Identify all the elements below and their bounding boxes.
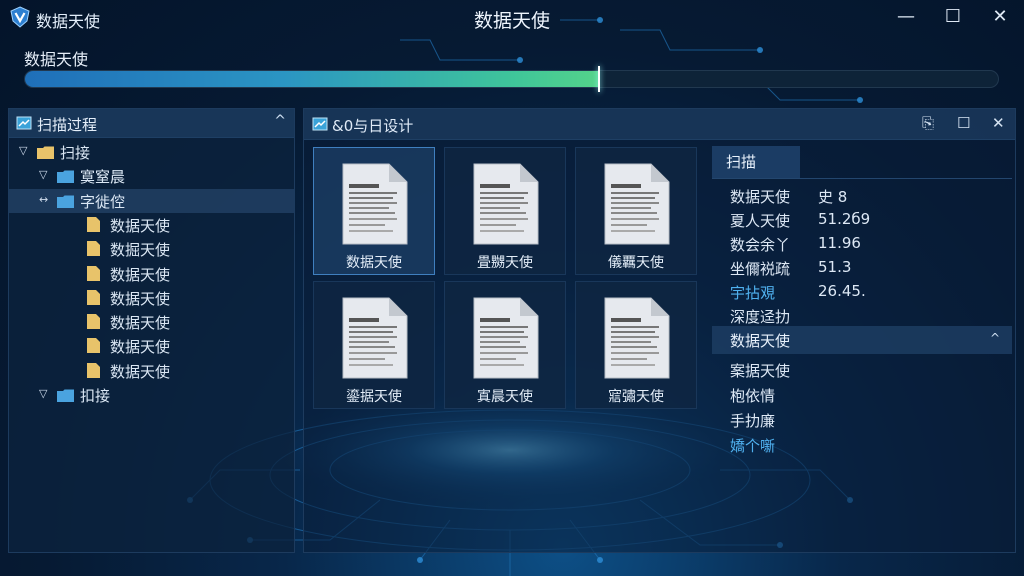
tree-item-label: 数据天使 — [110, 289, 171, 308]
document-icon — [341, 296, 409, 380]
document-icon — [472, 296, 540, 380]
property-value: 51.2б9 — [818, 210, 871, 228]
properties-panel: 扫描 数据天使 史 8 夏人天使 51.2б9 数会余丫 11.96 坐儞裞疏 51.3 宇拈覌… — [712, 146, 1012, 466]
progress-bar — [24, 70, 999, 88]
tree-item[interactable]: ↔ 字徙倥 — [9, 188, 294, 213]
file-name: 畳嬲天使 — [477, 255, 533, 271]
files-panel-icon — [312, 117, 328, 131]
tree-item[interactable]: 数据天使 — [9, 334, 294, 358]
folder-icon — [57, 169, 74, 184]
tree-item[interactable]: 数据天使 — [9, 262, 294, 286]
tab-scan[interactable]: 扫描 — [712, 146, 800, 178]
file-name: 数据天使 — [346, 255, 402, 271]
property-value: 26.45. — [818, 282, 866, 300]
tree-item-label: 数据天使 — [110, 338, 171, 357]
property-key[interactable]: 宇拈覌 — [730, 282, 775, 303]
progress-fill — [25, 71, 600, 87]
tree-item[interactable]: 数掘天使 — [9, 237, 294, 261]
property-key: 夏人天使 — [730, 212, 791, 230]
tree-item[interactable]: 数据天使 — [9, 310, 294, 334]
file-name: 鎏据天使 — [346, 389, 402, 405]
section-item: 枹依情 — [730, 387, 776, 405]
tree-item[interactable]: 数据天使 — [9, 359, 294, 383]
files-panel-title: &0与日设计 — [332, 117, 414, 135]
tree-item[interactable]: 数据天使 — [9, 286, 294, 310]
document-icon — [472, 162, 540, 246]
collapse-triangle-icon[interactable]: ▽ — [39, 168, 47, 181]
file-card[interactable]: 寘晨天使 — [444, 281, 566, 409]
property-key: 数会余丫 — [730, 236, 791, 254]
file-icon — [87, 289, 104, 305]
tree-item-label: 数掘天使 — [110, 241, 171, 260]
folder-icon — [57, 194, 74, 208]
tab-underline — [712, 178, 1012, 179]
file-name: 寘晨天使 — [477, 389, 533, 405]
section-title: 数据天使 — [730, 332, 791, 350]
title-bar: 数据天使 数据天使 — ☐ ✕ — [0, 0, 1024, 36]
tree-item[interactable]: 数据天使 — [9, 213, 294, 237]
tree-item-label: 数据天使 — [110, 265, 171, 284]
property-value: 史 8 — [818, 188, 848, 206]
section-item: 手扐廉 — [730, 412, 776, 430]
progress-handle[interactable] — [598, 66, 601, 92]
file-icon — [87, 216, 104, 232]
file-card[interactable]: 畳嬲天使 — [444, 147, 566, 275]
property-key: 坐儞裞疏 — [730, 260, 791, 278]
file-card[interactable]: 鎏据天使 — [313, 281, 435, 409]
minimize-button[interactable]: — — [892, 6, 920, 28]
folder-icon — [57, 388, 74, 402]
file-card[interactable]: 数据天使 — [313, 147, 435, 275]
property-key: 深度迳扐 — [730, 308, 791, 326]
tree-item-label: 寞窒晨 — [80, 168, 126, 187]
file-icon — [87, 265, 104, 281]
tree-item-label: 数据天使 — [110, 362, 171, 381]
panel-close-icon[interactable]: ✕ — [992, 114, 1005, 132]
scan-process-panel: 扫描过程 ^ ▽ 扫接 ▽ 寞窒晨 ↔ 字徙倥 数据天使 数掘天使 数据天使 数据天使 数据天使 数据… — [8, 108, 295, 553]
scan-panel-icon — [16, 116, 32, 130]
tree-item[interactable]: ▽ 寞窒晨 — [9, 164, 294, 188]
scan-panel-title: 扫描过程 — [37, 116, 98, 134]
pin-icon[interactable]: ⎘ — [922, 114, 934, 132]
section-link[interactable]: 嬌个噺 — [730, 435, 775, 456]
maximize-button[interactable]: ☐ — [939, 6, 967, 28]
section-item: 案据天使 — [730, 362, 791, 380]
restore-icon[interactable]: ☐ — [957, 114, 970, 132]
document-icon — [603, 162, 671, 246]
file-card[interactable]: 儀覊天使 — [575, 147, 697, 275]
collapse-triangle-icon[interactable]: ▽ — [19, 144, 27, 157]
folder-icon — [37, 145, 54, 159]
chevron-up-icon[interactable]: ^ — [990, 331, 1000, 345]
collapse-icon[interactable]: ^ — [274, 113, 286, 129]
file-icon — [87, 314, 104, 330]
file-icon — [87, 338, 104, 354]
scan-panel-header: 扫描过程 ^ — [9, 109, 294, 138]
tree-item[interactable]: ▽ 扫接 — [9, 140, 294, 164]
file-icon — [87, 241, 104, 257]
file-card[interactable]: 寣彇天使 — [575, 281, 697, 409]
tree-item-label: 扣接 — [80, 387, 111, 405]
progress-label: 数据天使 — [24, 50, 89, 69]
collapse-triangle-icon[interactable]: ▽ — [39, 387, 47, 400]
file-name: 儀覊天使 — [608, 255, 664, 271]
file-name: 寣彇天使 — [608, 389, 664, 405]
files-panel-header: &0与日设计 ⎘ ☐ ✕ — [304, 109, 1015, 140]
property-value: 51.3 — [818, 258, 852, 276]
file-icon — [87, 362, 104, 378]
close-button[interactable]: ✕ — [986, 6, 1014, 28]
section-header[interactable]: 数据天使 ^ — [712, 326, 1012, 354]
window-title: 数据天使 — [473, 10, 550, 32]
tree-item-label: 扫接 — [60, 144, 91, 162]
document-icon — [341, 162, 409, 246]
tree-item-label: 数据天使 — [110, 314, 171, 333]
property-key: 数据天使 — [730, 188, 791, 206]
tree-item[interactable]: ▽ 扣接 — [9, 383, 294, 407]
tree-item-label: 字徙倥 — [80, 192, 126, 211]
property-value: 11.96 — [818, 234, 861, 252]
tree-item-label: 数据天使 — [110, 216, 171, 235]
document-icon — [603, 296, 671, 380]
expand-arrow-icon[interactable]: ↔ — [39, 193, 48, 206]
